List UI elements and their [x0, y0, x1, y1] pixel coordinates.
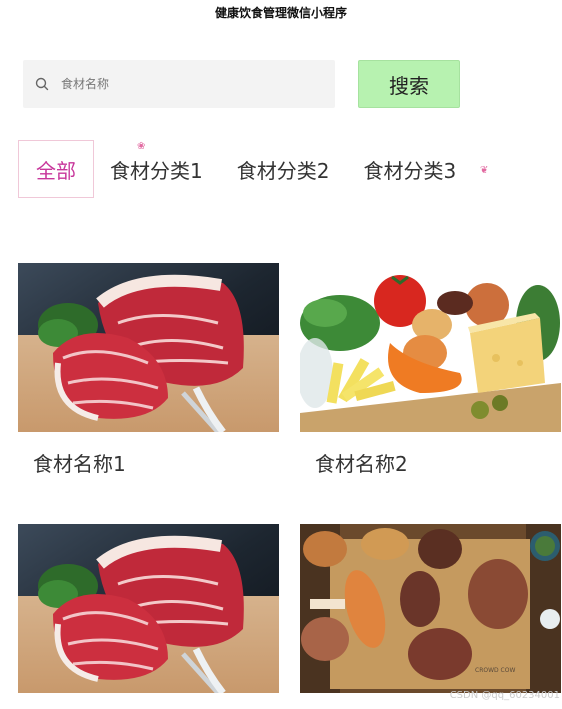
- tab-category-1[interactable]: 食材分类1: [96, 140, 217, 198]
- svg-text:CROWD COW: CROWD COW: [475, 667, 515, 674]
- category-tabs: 全部 食材分类1 食材分类2 食材分类3: [18, 140, 470, 198]
- search-button[interactable]: 搜索: [358, 60, 460, 108]
- food-card[interactable]: 食材名称1: [18, 263, 279, 477]
- food-card[interactable]: [18, 524, 279, 709]
- food-name: 食材名称1: [33, 452, 126, 476]
- food-image-grilled-meats[interactable]: CROWD COW: [300, 524, 561, 693]
- watermark: CSDN @qq_60234001: [449, 690, 560, 701]
- food-image-beef[interactable]: [18, 263, 279, 432]
- food-image-beef[interactable]: [18, 524, 279, 693]
- food-card[interactable]: CROWD COW: [300, 524, 561, 709]
- tab-category-2[interactable]: 食材分类2: [223, 140, 344, 198]
- sparkle-icon: ❀: [137, 141, 146, 152]
- search-input[interactable]: [59, 76, 303, 92]
- food-card[interactable]: 食材名称2: [300, 263, 561, 477]
- tab-all[interactable]: 全部: [18, 140, 94, 198]
- app-title: 健康饮食管理微信小程序: [214, 6, 347, 20]
- tab-category-3[interactable]: 食材分类3: [349, 140, 470, 198]
- food-image-vegetables[interactable]: [300, 263, 561, 432]
- search-icon: [35, 77, 49, 91]
- food-name: 食材名称2: [315, 452, 408, 476]
- sparkle-icon: ❦: [480, 165, 489, 176]
- search-box[interactable]: [23, 60, 335, 108]
